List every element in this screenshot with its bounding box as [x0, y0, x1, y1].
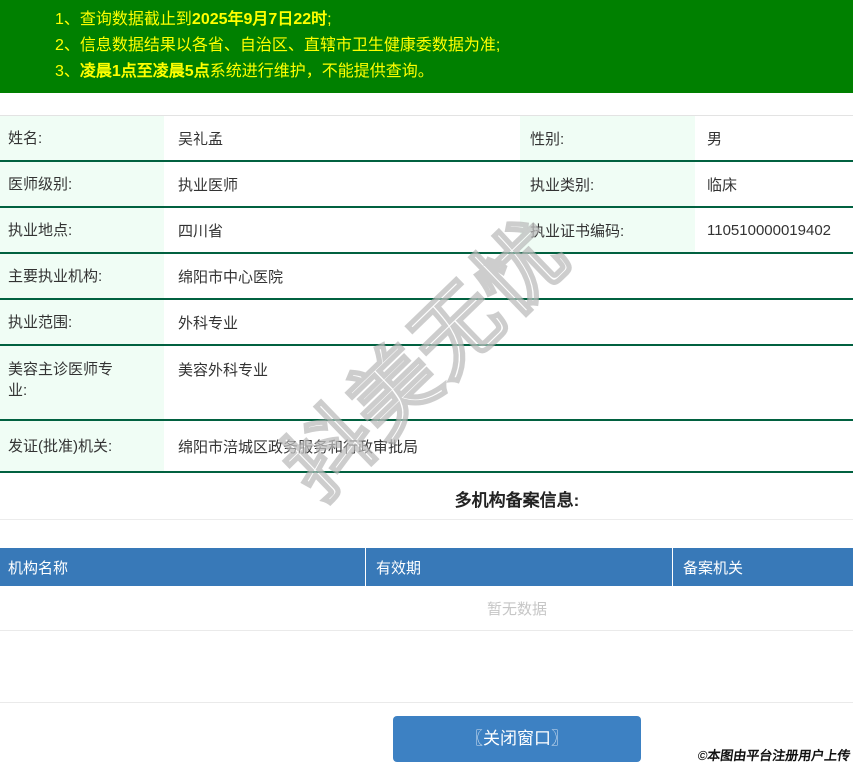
practice-location-label: 执业地点:: [0, 208, 164, 252]
gender-label: 性别:: [520, 116, 695, 160]
column-header-validity-period: 有效期: [365, 548, 672, 586]
table-row-practice-scope: 执业范围: 外科专业: [0, 300, 853, 346]
certificate-no-label: 执业证书编码:: [520, 208, 695, 252]
filing-section-title: 多机构备案信息:: [0, 473, 853, 520]
name-label: 姓名:: [0, 116, 164, 160]
doctor-level-value: 执业医师: [178, 176, 239, 194]
main-institution-value: 绵阳市中心医院: [178, 268, 284, 286]
notice-line-1: 1、查询数据截止到2025年9月7日22时;: [55, 11, 332, 28]
table-row-cosmetic-specialty: 美容主诊医师专业: 美容外科专业: [0, 346, 853, 421]
uploader-copyright-note: ©本图由平台注册用户上传: [697, 748, 852, 763]
practice-category-label: 执业类别:: [520, 162, 695, 206]
practitioner-info-table: 姓名: 吴礼孟 性别: 男 医师级别: 执业医师 执业类别: 临床 执业地点: …: [0, 115, 853, 473]
close-window-button[interactable]: 〖关闭窗口〗: [393, 716, 641, 762]
query-result-page: 1、查询数据截止到2025年9月7日22时; 2、信息数据结果以各省、自治区、直…: [0, 0, 853, 765]
practice-category-value: 临床: [707, 176, 738, 194]
notice-line-2: 2、信息数据结果以各省、自治区、直辖市卫生健康委数据为准;: [55, 37, 501, 54]
filing-spacer: [0, 520, 853, 548]
notice-banner: 1、查询数据截止到2025年9月7日22时; 2、信息数据结果以各省、自治区、直…: [0, 0, 853, 93]
table-row-main-institution: 主要执业机构: 绵阳市中心医院: [0, 254, 853, 300]
table-row-location-certno: 执业地点: 四川省 执业证书编码: 110510000019402: [0, 208, 853, 254]
column-header-institution-name: 机构名称: [8, 559, 69, 577]
practice-location-value: 四川省: [178, 222, 224, 240]
name-value: 吴礼孟: [178, 130, 224, 148]
certificate-no-value: 110510000019402: [707, 221, 832, 239]
no-data-placeholder: 暂无数据: [0, 586, 853, 631]
column-header-filing-authority: 备案机关: [672, 548, 853, 586]
table-row-issuing-authority: 发证(批准)机关: 绵阳市涪城区政务服务和行政审批局: [0, 421, 853, 473]
table-row-level-category: 医师级别: 执业医师 执业类别: 临床: [0, 162, 853, 208]
bottom-gap: [0, 631, 853, 703]
gender-value: 男: [707, 130, 723, 148]
issuing-authority-label: 发证(批准)机关:: [0, 421, 164, 471]
notice-line-3: 3、凌晨1点至凌晨5点系统进行维护，不能提供查询。: [55, 63, 434, 80]
table-row-name-gender: 姓名: 吴礼孟 性别: 男: [0, 116, 853, 162]
footer-bar: 〖关闭窗口〗: [0, 703, 853, 762]
practice-scope-value: 外科专业: [178, 314, 239, 332]
cosmetic-specialty-label: 美容主诊医师专业:: [0, 346, 164, 419]
main-institution-label: 主要执业机构:: [0, 254, 164, 298]
doctor-level-label: 医师级别:: [0, 162, 164, 206]
practice-scope-label: 执业范围:: [0, 300, 164, 344]
filing-table-header: 机构名称 有效期 备案机关: [0, 548, 853, 586]
issuing-authority-value: 绵阳市涪城区政务服务和行政审批局: [178, 438, 419, 456]
cosmetic-specialty-value: 美容外科专业: [178, 362, 269, 379]
